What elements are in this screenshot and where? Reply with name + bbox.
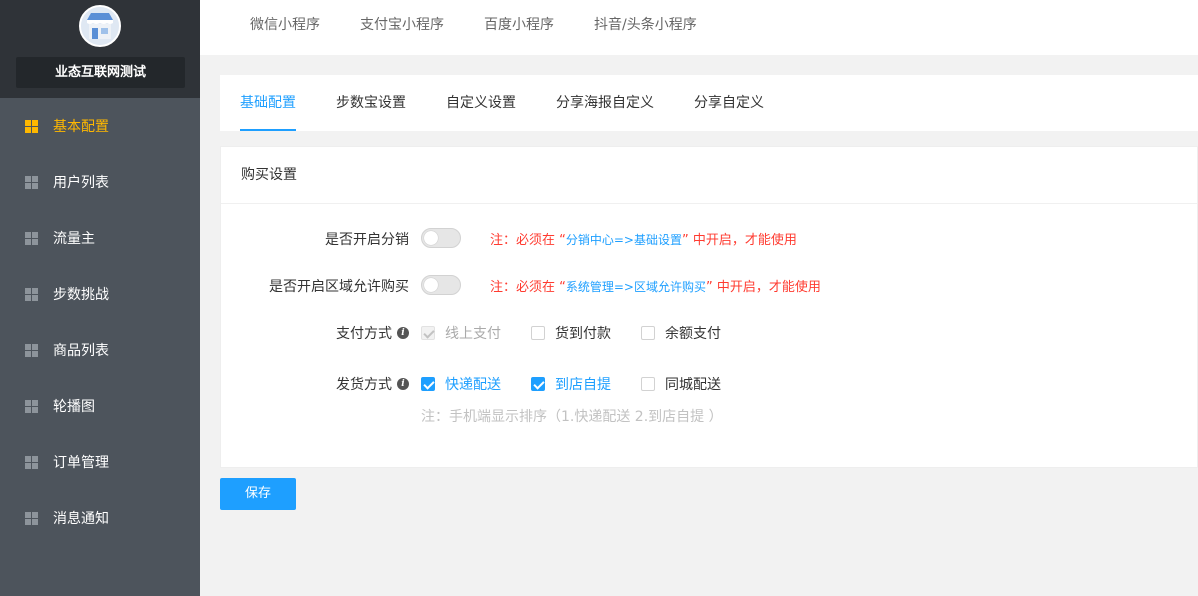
tab-basic-config[interactable]: 基础配置 <box>240 75 296 131</box>
payment-balance-option[interactable]: 余额支付 <box>641 323 721 343</box>
sidebar-item-label: 用户列表 <box>53 175 109 191</box>
distribution-note: 注：必须在 “分销中心=>基础设置” 中开启，才能使用 <box>490 229 797 248</box>
grid-icon <box>25 119 38 133</box>
payment-method-label: 支付方式 i <box>336 323 409 343</box>
delivery-express-option[interactable]: 快递配送 <box>421 374 501 394</box>
info-icon[interactable]: i <box>397 327 409 339</box>
grid-icon <box>25 399 38 413</box>
option-label: 快递配送 <box>445 377 501 393</box>
checkbox[interactable] <box>641 377 655 391</box>
sidebar-item-order-management[interactable]: 订单管理 <box>0 434 200 490</box>
sidebar-menu: 基本配置 用户列表 流量主 步数挑战 商品列表 轮播图 订单管理 消息通知 <box>0 98 200 546</box>
distribution-toggle[interactable] <box>421 228 461 248</box>
grid-icon <box>25 455 38 469</box>
delivery-local-option[interactable]: 同城配送 <box>641 374 721 394</box>
grid-icon <box>25 175 38 189</box>
option-label: 线上支付 <box>445 326 501 342</box>
note-prefix: 注：必须在 “ <box>490 233 566 248</box>
sidebar-item-step-challenge[interactable]: 步数挑战 <box>0 266 200 322</box>
brand-name: 业态互联网测试 <box>16 57 185 88</box>
toggle-knob <box>424 278 438 292</box>
delivery-method-text: 发货方式 <box>336 377 392 393</box>
sidebar-item-traffic-master[interactable]: 流量主 <box>0 210 200 266</box>
distribution-settings-link[interactable]: 分销中心=>基础设置 <box>566 233 682 247</box>
grid-icon <box>25 231 38 245</box>
sidebar-item-label: 步数挑战 <box>53 287 109 303</box>
sidebar-item-label: 商品列表 <box>53 343 109 359</box>
platform-tabs: 微信小程序 支付宝小程序 百度小程序 抖音/头条小程序 <box>200 0 1198 55</box>
option-label: 到店自提 <box>555 377 611 393</box>
tab-douyin-miniprogram[interactable]: 抖音/头条小程序 <box>594 0 697 50</box>
payment-cod-option[interactable]: 货到付款 <box>531 323 611 343</box>
card-title: 购买设置 <box>221 147 1197 204</box>
purchase-settings-card: 购买设置 是否开启分销 注：必须在 “分销中心=>基础设置” 中开启，才能使用 … <box>220 146 1198 468</box>
checkbox[interactable] <box>421 377 435 391</box>
sidebar-item-label: 流量主 <box>53 231 95 247</box>
delivery-order-hint: 注：手机端显示排序（1.快递配送 2.到店自提 ） <box>421 409 723 425</box>
region-purchase-toggle[interactable] <box>421 275 461 295</box>
store-icon <box>79 5 121 47</box>
sidebar-item-label: 消息通知 <box>53 511 109 527</box>
tab-share-custom[interactable]: 分享自定义 <box>694 75 764 131</box>
settings-tabs: 基础配置 步数宝设置 自定义设置 分享海报自定义 分享自定义 <box>220 75 1198 131</box>
note-suffix: ” 中开启，才能使用 <box>682 233 797 248</box>
tab-share-poster[interactable]: 分享海报自定义 <box>556 75 654 131</box>
region-purchase-label: 是否开启区域允许购买 <box>269 279 409 295</box>
sidebar-item-basic-config[interactable]: 基本配置 <box>0 98 200 154</box>
note-prefix: 注：必须在 “ <box>490 280 566 295</box>
grid-icon <box>25 511 38 525</box>
tab-alipay-miniprogram[interactable]: 支付宝小程序 <box>360 0 444 50</box>
save-button[interactable]: 保存 <box>220 478 296 510</box>
checkbox <box>421 326 435 340</box>
sidebar-item-label: 订单管理 <box>53 455 109 471</box>
delivery-method-label: 发货方式 i <box>336 374 409 394</box>
sidebar-item-product-list[interactable]: 商品列表 <box>0 322 200 378</box>
tab-baidu-miniprogram[interactable]: 百度小程序 <box>484 0 554 50</box>
tab-wechat-miniprogram[interactable]: 微信小程序 <box>250 0 320 50</box>
distribution-label: 是否开启分销 <box>325 232 409 248</box>
region-settings-link[interactable]: 系统管理=>区域允许购买 <box>566 280 706 294</box>
option-label: 同城配送 <box>665 377 721 393</box>
checkbox[interactable] <box>531 377 545 391</box>
payment-online-option: 线上支付 <box>421 323 501 343</box>
toggle-knob <box>424 231 438 245</box>
sidebar-item-label: 轮播图 <box>53 399 95 415</box>
brand-area: 业态互联网测试 <box>0 0 200 98</box>
checkbox[interactable] <box>641 326 655 340</box>
info-icon[interactable]: i <box>397 378 409 390</box>
note-suffix: ” 中开启，才能使用 <box>706 280 821 295</box>
sidebar-item-label: 基本配置 <box>53 119 109 135</box>
sidebar: 业态互联网测试 基本配置 用户列表 流量主 步数挑战 商品列表 轮播图 订单管理… <box>0 0 200 596</box>
payment-method-text: 支付方式 <box>336 326 392 342</box>
grid-icon <box>25 343 38 357</box>
tab-step-settings[interactable]: 步数宝设置 <box>336 75 406 131</box>
option-label: 余额支付 <box>665 326 721 342</box>
option-label: 货到付款 <box>555 326 611 342</box>
sidebar-item-user-list[interactable]: 用户列表 <box>0 154 200 210</box>
grid-icon <box>25 287 38 301</box>
checkbox[interactable] <box>531 326 545 340</box>
tab-custom-settings[interactable]: 自定义设置 <box>446 75 516 131</box>
region-note: 注：必须在 “系统管理=>区域允许购买” 中开启，才能使用 <box>490 276 821 295</box>
delivery-pickup-option[interactable]: 到店自提 <box>531 374 611 394</box>
sidebar-item-carousel[interactable]: 轮播图 <box>0 378 200 434</box>
sidebar-item-notifications[interactable]: 消息通知 <box>0 490 200 546</box>
